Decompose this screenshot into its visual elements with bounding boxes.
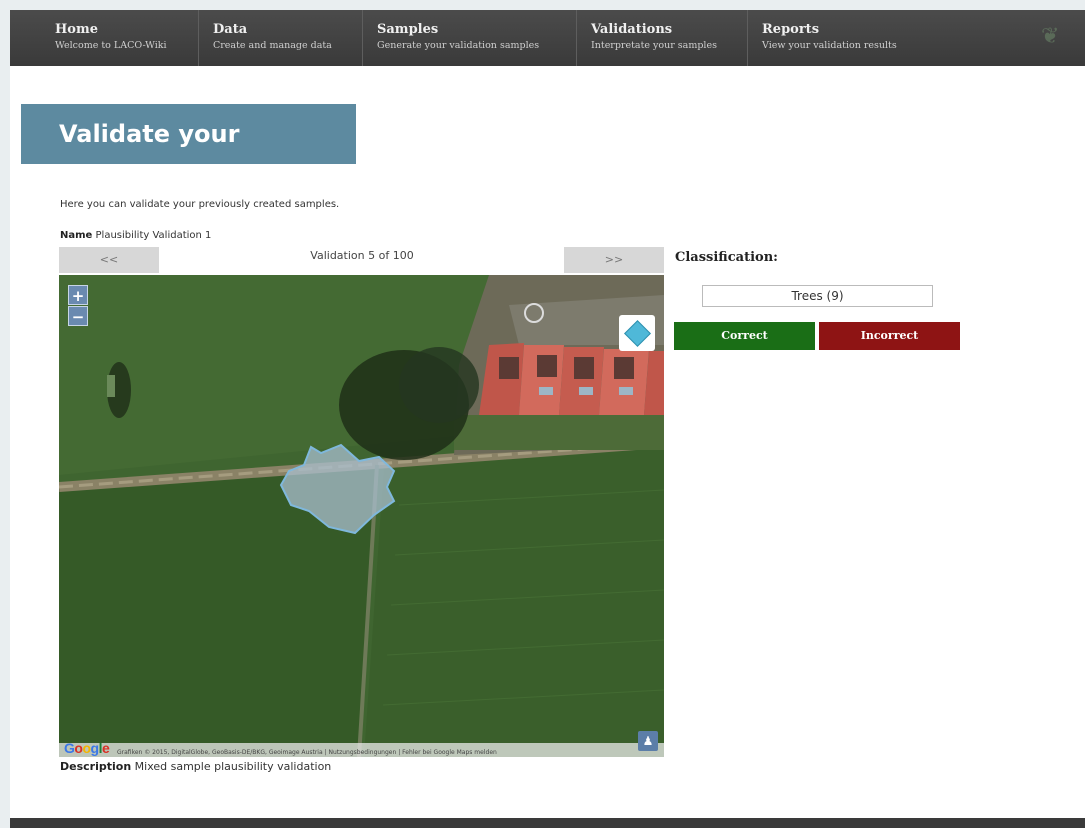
- nav-data[interactable]: Data Create and manage data: [198, 10, 362, 66]
- nav-reports-title: Reports: [762, 22, 820, 37]
- page-title: Validate your Samples: [21, 104, 356, 208]
- layers-icon: [624, 320, 651, 347]
- street-view-pegman-icon[interactable]: ♟: [638, 731, 658, 751]
- zoom-in-button[interactable]: +: [68, 285, 88, 305]
- app-frame: Home Welcome to LACO-Wiki Data Create an…: [10, 10, 1085, 828]
- description-label: Description: [60, 760, 132, 773]
- nav-samples[interactable]: Samples Generate your validation samples: [362, 10, 576, 66]
- satellite-map[interactable]: + − Google Grafiken © 2015, DigitalGlobe…: [59, 275, 664, 757]
- nav-data-subtitle: Create and manage data: [213, 40, 332, 51]
- description: Description Mixed sample plausibility va…: [60, 760, 331, 773]
- name-value: Plausibility Validation 1: [95, 230, 212, 241]
- nav-samples-title: Samples: [377, 22, 439, 37]
- nav-home-subtitle: Welcome to LACO-Wiki: [55, 40, 167, 51]
- top-navigation: Home Welcome to LACO-Wiki Data Create an…: [10, 10, 1085, 66]
- correct-button[interactable]: Correct: [674, 322, 815, 350]
- google-logo: Google: [64, 740, 110, 756]
- nav-samples-subtitle: Generate your validation samples: [377, 40, 540, 51]
- name-label: Name: [60, 230, 93, 241]
- nav-data-title: Data: [213, 22, 248, 37]
- zoom-out-button[interactable]: −: [68, 306, 88, 326]
- leaf-logo-icon: ❦: [1041, 24, 1060, 49]
- intro-text: Here you can validate your previously cr…: [60, 199, 340, 210]
- nav-reports[interactable]: Reports View your validation results: [747, 10, 967, 66]
- validation-counter: Validation 5 of 100: [310, 249, 414, 262]
- nav-validations-title: Validations: [591, 22, 673, 37]
- classification-value-field: Trees (9): [702, 285, 933, 307]
- nav-reports-subtitle: View your validation results: [762, 40, 897, 51]
- nav-validations-subtitle: Interpretate your samples: [591, 40, 717, 51]
- next-sample-button[interactable]: >>: [564, 247, 664, 273]
- nav-validations[interactable]: Validations Interpretate your samples: [576, 10, 747, 66]
- map-imagery: [59, 275, 664, 757]
- incorrect-button[interactable]: Incorrect: [819, 322, 960, 350]
- validation-name: Name Plausibility Validation 1: [60, 230, 211, 241]
- classification-label: Classification:: [675, 250, 778, 265]
- map-attribution-text[interactable]: Grafiken © 2015, DigitalGlobe, GeoBasis-…: [117, 749, 497, 756]
- footer-bar: [10, 818, 1085, 828]
- layer-switcher-button[interactable]: [619, 315, 655, 351]
- previous-sample-button[interactable]: <<: [59, 247, 159, 273]
- nav-home-title: Home: [55, 22, 98, 37]
- description-value: Mixed sample plausibility validation: [134, 760, 332, 773]
- nav-home[interactable]: Home Welcome to LACO-Wiki: [10, 10, 198, 66]
